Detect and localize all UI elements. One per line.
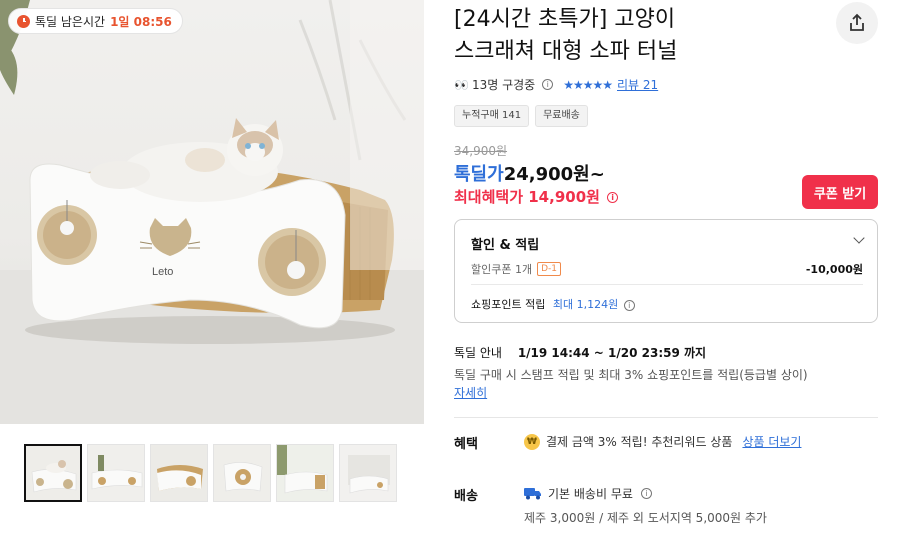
- benefit-row: ₩ 결제 금액 3% 적립! 추천리워드 상품 상품 더보기: [524, 433, 801, 450]
- shipping-extra: 제주 3,000원 / 제주 외 도서지역 5,000원 추가: [524, 511, 767, 525]
- coupon-value: -10,000원: [805, 263, 863, 276]
- chevron-down-icon[interactable]: [853, 232, 865, 244]
- product-title-line1: [24시간 초특가] 고양이: [454, 7, 676, 32]
- thumbnail-strip: [24, 444, 397, 502]
- deal-description: 톡딜 구매 시 스탬프 적립 및 최대 3% 쇼핑포인트를 적립(등급별 상이)…: [454, 366, 884, 402]
- thumbnail-5[interactable]: [276, 444, 334, 502]
- review-link[interactable]: 리뷰 21: [617, 76, 658, 93]
- more-products-link[interactable]: 상품 더보기: [742, 433, 801, 450]
- thumbnail-1[interactable]: [24, 444, 82, 502]
- point-info-icon[interactable]: i: [623, 299, 635, 311]
- thumbnail-3[interactable]: [150, 444, 208, 502]
- max-benefit-info-icon[interactable]: i: [607, 192, 619, 203]
- max-benefit-amount: 14,900원: [528, 188, 600, 206]
- thumbnail-4[interactable]: [213, 444, 271, 502]
- point-value: 최대 1,124원: [552, 298, 619, 311]
- deal-timer-badge: 톡딜 남은시간 1일 08:56: [8, 8, 183, 34]
- truck-icon: [524, 488, 541, 500]
- share-icon: [850, 13, 864, 31]
- timer-value: 1일 08:56: [110, 14, 172, 29]
- deal-more-link[interactable]: 자세히: [454, 386, 487, 400]
- purchase-count-chip: 누적구매 141: [454, 105, 530, 127]
- product-title-line2: 스크래쳐 대형 소파 터널: [454, 39, 678, 64]
- rating-stars: ★★★★★: [563, 77, 613, 92]
- eyes-icon: 👀: [454, 77, 469, 92]
- product-chips: 누적구매 141 무료배송: [454, 105, 588, 127]
- main-product-image[interactable]: Leto 톡딜 남은시간 1일 08:56: [0, 0, 424, 424]
- deal-info-label: 톡딜 안내: [454, 346, 502, 360]
- get-coupon-button[interactable]: 쿠폰 받기: [802, 175, 878, 209]
- product-meta-row: 👀 13명 구경중 i ★★★★★ 리뷰 21: [454, 76, 658, 93]
- shipping-row: 기본 배송비 무료 i: [524, 485, 652, 502]
- share-button[interactable]: [836, 2, 878, 44]
- deal-period: 1/19 14:44 ~ 1/20 23:59 까지: [517, 346, 707, 360]
- free-shipping-chip: 무료배송: [535, 105, 588, 127]
- deal-info-row: 톡딜 안내 1/19 14:44 ~ 1/20 23:59 까지: [454, 344, 706, 361]
- thumbnail-6[interactable]: [339, 444, 397, 502]
- product-title: [24시간 초특가] 고양이 스크래쳐 대형 소파 터널: [454, 4, 824, 68]
- cat-scratcher-illustration: Leto: [0, 0, 424, 424]
- max-benefit-price: 최대혜택가 14,900원 i: [454, 186, 619, 207]
- timer-label: 톡딜 남은시간: [35, 14, 106, 29]
- shipping-info-icon[interactable]: i: [640, 488, 652, 499]
- coupon-row: 할인쿠폰 1개 D-1 -10,000원: [471, 261, 863, 277]
- coupon-label: 할인쿠폰 1개: [471, 263, 533, 276]
- point-row: 쇼핑포인트 적립 최대 1,124원 i: [471, 296, 635, 312]
- shipping-label: 배송: [454, 489, 478, 504]
- deal-price-amount: 24,900원~: [503, 164, 605, 185]
- d-day-badge: D-1: [537, 262, 562, 276]
- clock-icon: [17, 14, 30, 28]
- shipping-text: 기본 배송비 무료: [548, 487, 633, 501]
- original-price: 34,900원: [454, 144, 508, 158]
- product-info-panel: [24시간 초특가] 고양이 스크래쳐 대형 소파 터널 👀 13명 구경중 i…: [444, 0, 900, 534]
- benefit-text: 결제 금액 3% 적립! 추천리워드 상품: [546, 435, 733, 449]
- benefit-label: 혜택: [454, 437, 478, 452]
- discount-title: 할인 & 적립: [471, 238, 540, 253]
- product-gallery: Leto 톡딜 남은시간 1일 08:56: [0, 0, 424, 534]
- deal-description-text: 톡딜 구매 시 스탬프 적립 및 최대 3% 쇼핑포인트를 적립(등급별 상이): [454, 368, 808, 382]
- viewer-count: 13명 구경중: [471, 78, 536, 92]
- deal-price: 톡딜가24,900원~: [454, 160, 605, 186]
- divider: [471, 284, 863, 285]
- coin-icon: ₩: [524, 433, 540, 450]
- max-benefit-label: 최대혜택가: [454, 188, 524, 206]
- discount-accordion[interactable]: 할인 & 적립 할인쿠폰 1개 D-1 -10,000원 쇼핑포인트 적립 최대…: [454, 219, 878, 323]
- info-icon[interactable]: i: [542, 79, 554, 90]
- thumbnail-2[interactable]: [87, 444, 145, 502]
- brand-mark: Leto: [152, 266, 173, 278]
- point-label: 쇼핑포인트 적립: [471, 298, 546, 311]
- deal-price-label: 톡딜가: [454, 164, 504, 185]
- section-divider: [454, 417, 878, 418]
